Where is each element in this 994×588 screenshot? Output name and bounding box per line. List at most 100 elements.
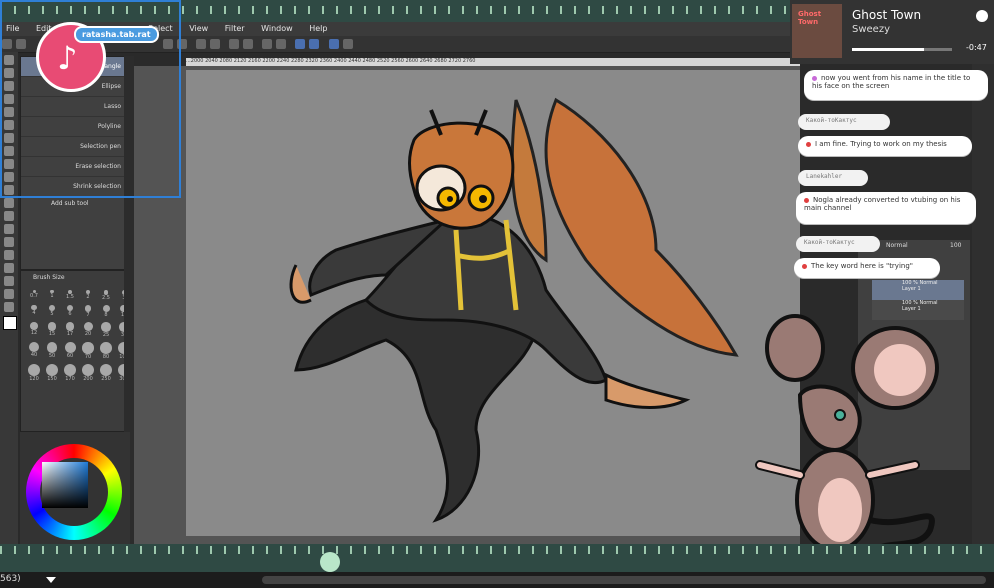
brush-size-dot [100, 364, 112, 377]
zoom-readout: 563) [0, 574, 21, 584]
brush-size-label: 25 [102, 331, 110, 338]
brush-size-label: 120 [29, 376, 39, 383]
brush-size-option[interactable]: 40 [27, 342, 41, 360]
chat-username: Какой-тоКактус [798, 114, 890, 130]
brush-size-panel: Brush Size 0.711.522.5345678101215172025… [20, 270, 130, 432]
tiktok-handle: ratasha.tab.rat [74, 26, 159, 43]
stream-frame-bottom [0, 544, 994, 572]
add-sub-tool-button[interactable]: Add sub tool [21, 197, 125, 211]
chat-message: now you went from his name in the title … [804, 70, 988, 100]
menu-filter[interactable]: Filter [225, 22, 245, 36]
color-wheel[interactable] [26, 444, 122, 540]
brush-size-option[interactable]: 60 [63, 342, 77, 360]
brush-size-label: 50 [48, 352, 56, 359]
fill-icon[interactable] [4, 211, 14, 221]
brush-size-option[interactable]: 120 [27, 364, 41, 382]
chat-dot-icon [806, 141, 811, 147]
menu-window[interactable]: Window [261, 22, 293, 36]
chat-message: Nogla already converted to vtubing on hi… [796, 192, 976, 224]
brush-size-option[interactable]: 6 [63, 305, 77, 318]
brush-size-option[interactable]: 25 [99, 322, 113, 338]
horizontal-scrollbar[interactable] [262, 576, 986, 584]
brush-size-option[interactable]: 2 [81, 290, 95, 301]
brush-size-dot [65, 322, 75, 331]
brush-size-dot [82, 364, 94, 377]
song-time-remaining: -0:47 [966, 43, 987, 52]
brush-size-option[interactable]: 0.7 [27, 290, 41, 301]
brush-size-label: 0.7 [30, 293, 38, 299]
brush-size-label: 7 [86, 311, 90, 318]
brush-size-label: 5 [50, 310, 54, 317]
color-square[interactable] [42, 462, 88, 508]
brush-size-option[interactable]: 50 [45, 342, 59, 360]
toolbar-button[interactable] [309, 39, 320, 49]
brush-size-label: 2 [86, 294, 90, 301]
brush-size-option[interactable]: 5 [45, 305, 59, 318]
ruler-icon[interactable] [4, 263, 14, 273]
brush-size-option[interactable]: 17 [63, 322, 77, 338]
toolbar-button[interactable] [295, 39, 306, 49]
brush-size-label: 170 [65, 376, 75, 383]
toolbar-button[interactable] [328, 39, 339, 49]
brush-size-option[interactable]: 7 [81, 305, 95, 318]
brush-size-option[interactable]: 170 [63, 364, 77, 382]
blend-mode-select[interactable]: Normal [886, 242, 908, 249]
brush-size-label: 200 [83, 376, 93, 383]
decor-circle [320, 552, 340, 572]
toolbar-button[interactable] [196, 39, 207, 49]
brush-size-option[interactable]: 8 [99, 305, 113, 318]
toolbar-button[interactable] [243, 39, 254, 49]
layer-opacity[interactable]: 100 [950, 242, 961, 249]
brush-size-option[interactable]: 150 [45, 364, 59, 382]
brush-size-dot [100, 342, 112, 354]
toolbar-button[interactable] [229, 39, 240, 49]
menu-view[interactable]: View [189, 22, 208, 36]
toolbar-button[interactable] [262, 39, 273, 49]
brush-size-label: 6 [68, 311, 72, 318]
brush-size-option[interactable]: 2.5 [99, 290, 113, 301]
brush-size-label: 8 [104, 312, 108, 318]
toolbar-button[interactable] [210, 39, 221, 49]
brush-size-option[interactable]: 70 [81, 342, 95, 360]
menu-help[interactable]: Help [309, 22, 327, 36]
blend-icon[interactable] [4, 198, 14, 208]
brush-size-label: 20 [84, 331, 92, 338]
brush-size-dot [102, 305, 110, 312]
brush-size-label: 1.5 [66, 293, 74, 300]
balloon-icon[interactable] [4, 289, 14, 299]
brush-size-label: 250 [101, 376, 111, 383]
brush-size-label: 70 [84, 353, 92, 360]
status-bar: 563) [0, 572, 994, 588]
text-icon[interactable] [4, 276, 14, 286]
brush-size-label: 15 [48, 330, 56, 337]
song-progress-bar [852, 48, 952, 51]
brush-size-dot [28, 364, 40, 377]
gradient-icon[interactable] [4, 224, 14, 234]
brush-size-dot [84, 305, 92, 312]
brush-size-option[interactable]: 250 [99, 364, 113, 382]
brush-size-option[interactable]: 20 [81, 322, 95, 338]
layer-row[interactable]: 100 % Normal Layer 1 [872, 280, 964, 300]
brush-size-option[interactable]: 200 [81, 364, 95, 382]
brush-size-option[interactable]: 4 [27, 305, 41, 318]
brush-size-option[interactable]: 12 [27, 322, 41, 338]
brush-size-option[interactable]: 80 [99, 342, 113, 360]
correct-line-icon[interactable] [4, 302, 14, 312]
frame-icon[interactable] [4, 250, 14, 260]
toolbar-button[interactable] [342, 39, 353, 49]
figure-icon[interactable] [4, 237, 14, 247]
dropdown-caret-icon[interactable] [46, 577, 56, 583]
brush-size-option[interactable]: 1 [45, 290, 59, 301]
brush-size-dot [46, 364, 58, 377]
brush-size-dot [47, 322, 57, 331]
main-color-swatch[interactable] [3, 316, 17, 330]
brush-size-option[interactable]: 1.5 [63, 290, 77, 301]
brush-size-option[interactable]: 15 [45, 322, 59, 338]
toolbar-button[interactable] [276, 39, 287, 49]
ruler: ...2000 2040 2080 2120 2160 2200 2240 22… [186, 58, 800, 66]
brush-size-dot [64, 364, 76, 377]
brush-size-label: 4 [32, 310, 36, 317]
brush-size-label: 60 [66, 353, 74, 360]
brush-size-label: 80 [102, 353, 110, 360]
now-playing-widget: Ghost Town Ghost Town Sweezy -0:47 [790, 0, 994, 64]
